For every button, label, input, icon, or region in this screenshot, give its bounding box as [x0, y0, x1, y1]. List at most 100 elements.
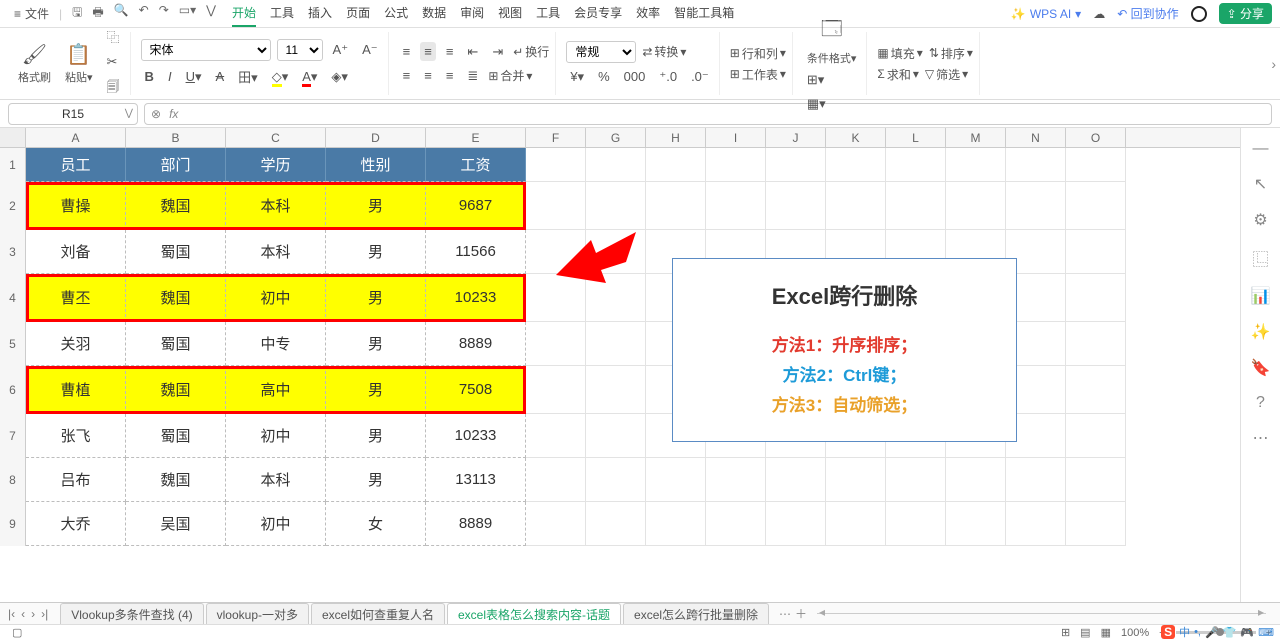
col-header[interactable]: I: [706, 128, 766, 147]
cell[interactable]: [826, 148, 886, 182]
cell[interactable]: 吕布: [26, 458, 126, 502]
row-header[interactable]: 5: [0, 322, 26, 366]
redo-icon[interactable]: ↷: [159, 3, 169, 24]
cursor-icon[interactable]: ↖: [1254, 174, 1267, 194]
dec-dec-icon[interactable]: .0⁻: [687, 67, 713, 87]
last-sheet-icon[interactable]: ›|: [41, 607, 48, 621]
cell[interactable]: 男: [326, 322, 426, 366]
cell[interactable]: [766, 182, 826, 230]
cell[interactable]: 男: [326, 366, 426, 414]
cell[interactable]: 魏国: [126, 274, 226, 322]
tools-icon[interactable]: ✨: [1251, 322, 1271, 342]
cell[interactable]: [1066, 230, 1126, 274]
cell[interactable]: [1066, 366, 1126, 414]
cell[interactable]: 吴国: [126, 502, 226, 546]
col-header[interactable]: L: [886, 128, 946, 147]
more-icon[interactable]: ⋯: [1253, 428, 1269, 448]
ime-mic-icon[interactable]: 🎤: [1205, 626, 1219, 639]
cell[interactable]: 10233: [426, 414, 526, 458]
row-header[interactable]: 2: [0, 182, 26, 230]
sheet-tab[interactable]: excel表格怎么搜索内容-话题: [447, 603, 621, 625]
cell[interactable]: [586, 502, 646, 546]
row-header[interactable]: 8: [0, 458, 26, 502]
clipboard-icon[interactable]: 🗐: [103, 76, 124, 102]
cell[interactable]: 男: [326, 274, 426, 322]
wps-ai-button[interactable]: ✨ WPS AI ▾: [1011, 7, 1081, 21]
cell[interactable]: 10233: [426, 274, 526, 322]
cell[interactable]: [886, 182, 946, 230]
cell[interactable]: [1066, 322, 1126, 366]
cell[interactable]: 蜀国: [126, 414, 226, 458]
col-header[interactable]: F: [526, 128, 586, 147]
filter-button[interactable]: ▽ 筛选▾: [925, 66, 968, 83]
tab-member[interactable]: 会员专享: [574, 0, 622, 27]
cell[interactable]: [526, 322, 586, 366]
paste-button[interactable]: 📋粘贴▾: [61, 42, 97, 85]
percent-icon[interactable]: %: [594, 67, 614, 86]
currency-icon[interactable]: ¥▾: [566, 67, 588, 87]
cell[interactable]: 男: [326, 182, 426, 230]
tab-review[interactable]: 审阅: [460, 0, 484, 27]
font-name-select[interactable]: 宋体: [141, 39, 271, 61]
cell[interactable]: [886, 502, 946, 546]
cell[interactable]: [766, 458, 826, 502]
cell[interactable]: [526, 414, 586, 458]
cell[interactable]: 蜀国: [126, 322, 226, 366]
tab-formula[interactable]: 公式: [384, 0, 408, 27]
cell[interactable]: [886, 458, 946, 502]
cell[interactable]: [1006, 458, 1066, 502]
sheet-more-icon[interactable]: ⋯: [779, 607, 791, 621]
view-break-icon[interactable]: ▦: [1101, 626, 1111, 639]
row-header[interactable]: 3: [0, 230, 26, 274]
share-button[interactable]: ⇪ 分享: [1219, 3, 1272, 24]
col-header[interactable]: O: [1066, 128, 1126, 147]
cloud-icon[interactable]: ☁: [1093, 7, 1105, 21]
cell[interactable]: 大乔: [26, 502, 126, 546]
cell[interactable]: 初中: [226, 414, 326, 458]
sheet-tab[interactable]: Vlookup多条件查找 (4): [60, 603, 203, 625]
number-format-select[interactable]: 常规: [566, 41, 636, 63]
cell[interactable]: [586, 414, 646, 458]
cell[interactable]: [1066, 148, 1126, 182]
dec-inc-icon[interactable]: ⁺.0: [655, 67, 681, 87]
view-normal-icon[interactable]: ⊞: [1061, 626, 1070, 639]
chevron-down-icon[interactable]: ⋁: [125, 108, 133, 119]
view-page-icon[interactable]: ▤: [1080, 626, 1090, 639]
row-header[interactable]: 4: [0, 274, 26, 322]
collab-button[interactable]: ↶ 回到协作: [1117, 5, 1178, 22]
cell[interactable]: [586, 148, 646, 182]
cell[interactable]: 8889: [426, 502, 526, 546]
sheet-tab[interactable]: vlookup-一对多: [206, 603, 309, 625]
cell[interactable]: [946, 458, 1006, 502]
cell[interactable]: 曹操: [26, 182, 126, 230]
cell[interactable]: 男: [326, 458, 426, 502]
cell[interactable]: [706, 458, 766, 502]
row-header[interactable]: 7: [0, 414, 26, 458]
fill-color-icon[interactable]: ◇▾: [268, 67, 293, 87]
cell[interactable]: [826, 458, 886, 502]
align-justify-icon[interactable]: ≣: [463, 66, 482, 86]
print-icon[interactable]: 🖶: [92, 3, 103, 24]
cell[interactable]: [1066, 182, 1126, 230]
cell[interactable]: [526, 458, 586, 502]
tab-insert[interactable]: 插入: [308, 0, 332, 27]
cell[interactable]: 初中: [226, 274, 326, 322]
cut-icon[interactable]: ✂: [103, 52, 124, 72]
formula-input[interactable]: ⊗ fx: [144, 103, 1272, 125]
cell[interactable]: 蜀国: [126, 230, 226, 274]
cell[interactable]: [646, 458, 706, 502]
cell[interactable]: 女: [326, 502, 426, 546]
cell[interactable]: 11566: [426, 230, 526, 274]
cell[interactable]: [706, 502, 766, 546]
tab-page[interactable]: 页面: [346, 0, 370, 27]
col-header[interactable]: C: [226, 128, 326, 147]
cell[interactable]: 13113: [426, 458, 526, 502]
cell[interactable]: 魏国: [126, 366, 226, 414]
row-header[interactable]: 6: [0, 366, 26, 414]
cell[interactable]: 初中: [226, 502, 326, 546]
increase-font-icon[interactable]: A⁺: [329, 40, 353, 60]
cell[interactable]: 魏国: [126, 182, 226, 230]
table-header-cell[interactable]: 员工: [26, 148, 126, 182]
name-box[interactable]: R15⋁: [8, 103, 138, 125]
cell[interactable]: [526, 502, 586, 546]
